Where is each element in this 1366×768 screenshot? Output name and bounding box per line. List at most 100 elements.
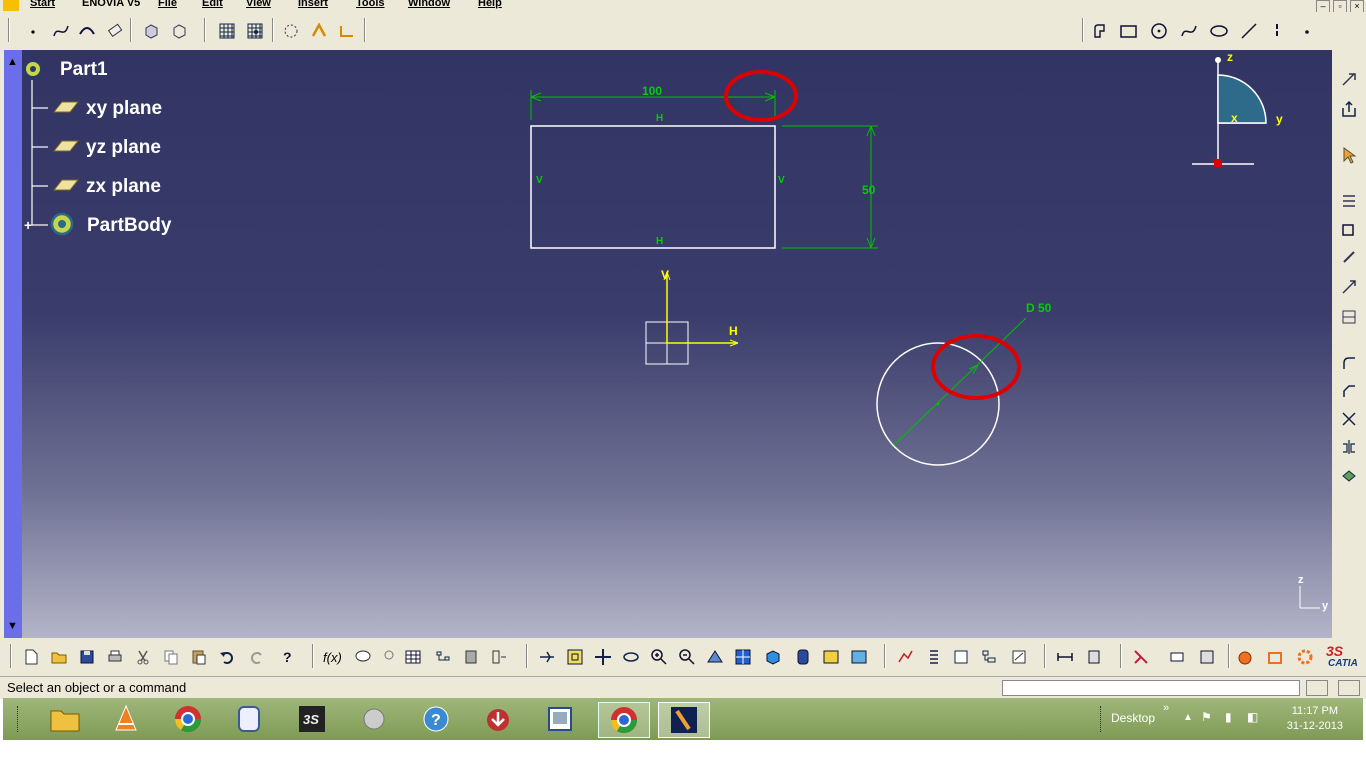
menu-view[interactable]: View — [246, 0, 271, 9]
menu-insert[interactable]: Insert — [298, 0, 328, 9]
status-button-2[interactable] — [1338, 680, 1360, 696]
show-hidden-icons-icon[interactable]: ▲ — [1183, 712, 1193, 723]
instantiate-icon[interactable] — [488, 646, 510, 668]
app-icon-blue[interactable] — [224, 702, 274, 736]
zoom-out-icon[interactable] — [676, 646, 698, 668]
horizontal-constraint-bottom[interactable]: H — [656, 236, 663, 247]
3d-viewport[interactable]: ▲ ▼ Part1 xy plane yz plane zx plane + P… — [4, 50, 1332, 638]
spline-tool-icon[interactable] — [1178, 20, 1200, 42]
cube-outline-icon[interactable] — [168, 20, 190, 42]
window-app-icon[interactable] — [535, 702, 585, 736]
tree-view-icon[interactable] — [978, 646, 1000, 668]
system-clock[interactable]: 11:17 PM 31-12-2013 — [1287, 704, 1343, 734]
pan-icon[interactable] — [592, 646, 614, 668]
horizontal-constraint-top[interactable]: H — [656, 113, 663, 124]
project-3d-elements-icon[interactable] — [1338, 466, 1360, 488]
line-icon[interactable] — [1238, 20, 1260, 42]
menu-start[interactable]: Start — [30, 0, 55, 9]
sketcher-icon[interactable] — [1338, 68, 1360, 90]
paste-icon[interactable] — [188, 646, 210, 668]
chrome-active-icon[interactable] — [598, 702, 650, 738]
desktop-toolbar-label[interactable]: Desktop — [1111, 711, 1155, 725]
flag-icon[interactable]: ⚑ — [1201, 710, 1212, 724]
menu-edit[interactable]: Edit — [202, 0, 223, 9]
mirror-icon[interactable] — [1338, 436, 1360, 458]
solid-icon[interactable] — [1234, 646, 1256, 668]
properties-icon[interactable] — [950, 646, 972, 668]
vertical-constraint-left[interactable]: V — [536, 175, 543, 186]
help-icon[interactable]: ? — [411, 702, 461, 736]
fix-together-icon[interactable] — [1338, 246, 1360, 268]
cut-icon[interactable] — [132, 646, 154, 668]
grid-icon[interactable] — [216, 20, 238, 42]
formula-icon[interactable]: f(x) — [322, 646, 344, 668]
wireframe-icon[interactable] — [1264, 646, 1286, 668]
status-button[interactable] — [1306, 680, 1328, 696]
file-explorer-icon[interactable] — [40, 702, 90, 736]
vertical-constraint-right[interactable]: V — [778, 175, 785, 186]
chamfer-icon[interactable] — [1338, 380, 1360, 402]
table-icon[interactable] — [402, 646, 424, 668]
select-arrow-icon[interactable] — [1338, 144, 1360, 166]
measure-item-icon[interactable] — [1084, 646, 1106, 668]
swap-visible-space-icon[interactable] — [848, 646, 870, 668]
ellipse-icon[interactable] — [1208, 20, 1230, 42]
circle-icon[interactable] — [1148, 20, 1170, 42]
hide-show-icon[interactable] — [820, 646, 842, 668]
restore-button[interactable]: ▫ — [1333, 0, 1347, 12]
vlc-icon[interactable] — [101, 702, 151, 736]
download-icon[interactable] — [473, 702, 523, 736]
width-dimension-label[interactable]: 100 — [642, 84, 662, 98]
minimize-button[interactable]: – — [1316, 0, 1330, 12]
spline-icon[interactable] — [50, 20, 72, 42]
diameter-dimension-label[interactable]: D 50 — [1026, 301, 1051, 315]
hierarchy-icon[interactable] — [432, 646, 454, 668]
constraint-icon[interactable] — [1338, 190, 1360, 212]
speaker-icon[interactable]: ◧ — [1247, 710, 1258, 724]
connect-curve-icon[interactable] — [76, 20, 98, 42]
axis-icon[interactable] — [1266, 20, 1288, 42]
animate-constraint-icon[interactable] — [1338, 306, 1360, 328]
exit-workbench-icon[interactable] — [1338, 98, 1360, 120]
undo-icon[interactable] — [216, 646, 238, 668]
new-icon[interactable] — [20, 646, 42, 668]
analysis-icon[interactable] — [894, 646, 916, 668]
eraser-icon[interactable] — [104, 20, 126, 42]
fit-all-in-icon[interactable] — [564, 646, 586, 668]
close-button[interactable]: × — [1350, 0, 1364, 12]
profile-icon[interactable] — [1090, 20, 1112, 42]
list-icon[interactable] — [922, 646, 944, 668]
apply-material-icon[interactable] — [1130, 646, 1152, 668]
menu-help[interactable]: Help — [478, 0, 502, 9]
catia-active-window-icon[interactable] — [658, 702, 710, 738]
geometric-constraints-icon[interactable] — [308, 20, 330, 42]
measure-icon[interactable] — [1008, 646, 1030, 668]
contact-constraint-icon[interactable] — [1338, 218, 1360, 240]
chevron-right-icon[interactable]: » — [1163, 702, 1169, 714]
redo-icon[interactable] — [246, 646, 268, 668]
zoom-in-icon[interactable] — [648, 646, 670, 668]
trim-icon[interactable] — [1338, 408, 1360, 430]
sketch-analysis-icon[interactable] — [1166, 646, 1188, 668]
fly-mode-icon[interactable] — [536, 646, 558, 668]
multi-view-icon[interactable] — [732, 646, 754, 668]
catia-logo-icon[interactable] — [3, 0, 19, 11]
point-icon[interactable] — [22, 20, 44, 42]
corner-icon[interactable] — [1338, 352, 1360, 374]
chrome-icon[interactable] — [163, 702, 213, 736]
auto-constraint-icon[interactable] — [1338, 276, 1360, 298]
knowledge-icon[interactable] — [352, 646, 374, 668]
copy-icon[interactable] — [160, 646, 182, 668]
cube-icon[interactable] — [140, 20, 162, 42]
normal-view-icon[interactable] — [704, 646, 726, 668]
print-icon[interactable] — [104, 646, 126, 668]
measure-between-icon[interactable] — [1054, 646, 1076, 668]
iso-view-icon[interactable] — [762, 646, 784, 668]
catia-taskbar-icon[interactable]: 3S — [287, 702, 337, 736]
point-tool-icon[interactable] — [1296, 20, 1318, 42]
menu-tools[interactable]: Tools — [356, 0, 385, 9]
construction-icon[interactable] — [280, 20, 302, 42]
catalog-icon[interactable] — [460, 646, 482, 668]
whats-this-icon[interactable]: ? — [276, 646, 298, 668]
network-icon[interactable] — [349, 702, 399, 736]
